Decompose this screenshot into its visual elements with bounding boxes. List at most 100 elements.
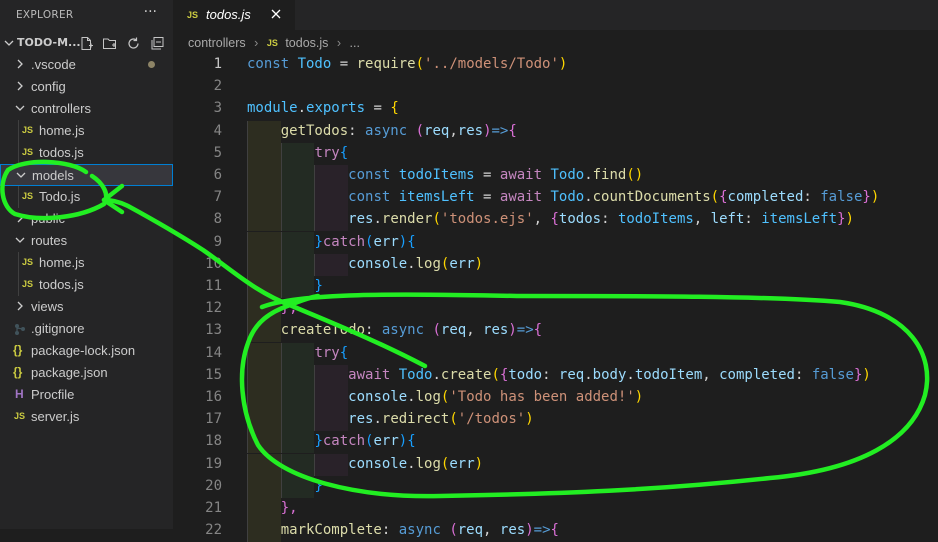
breadcrumb-folder[interactable]: controllers xyxy=(188,36,246,50)
code-line: 2 xyxy=(173,76,938,98)
code-text[interactable]: res.render('todos.ejs', {todos: todoItem… xyxy=(247,211,854,227)
code-text[interactable]: try{ xyxy=(247,345,348,361)
code-token: . xyxy=(297,100,307,117)
code-token: => xyxy=(533,522,551,539)
tree-item[interactable]: controllers xyxy=(0,98,173,120)
tree-indent-guide xyxy=(18,120,19,164)
tree-item[interactable]: {} package-lock.json xyxy=(0,340,173,362)
code-token: req xyxy=(457,522,484,539)
code-token: ( xyxy=(432,211,441,228)
code-token: . xyxy=(584,189,593,206)
tree-item[interactable]: {} package.json xyxy=(0,362,173,384)
workspace-folder-row[interactable]: TODO-M... xyxy=(0,33,173,55)
tree-item-label: Todo.js xyxy=(39,189,81,204)
code-token: render xyxy=(381,211,433,228)
code-token: ) xyxy=(862,366,871,383)
code-text[interactable]: }, xyxy=(247,500,298,516)
tree-item[interactable]: models xyxy=(0,164,173,186)
code-token: todos xyxy=(558,211,602,228)
code-token: ( xyxy=(415,122,425,139)
code-token: Todo xyxy=(297,56,332,72)
tree-item[interactable]: .vscode xyxy=(0,54,173,76)
tab-todos-js[interactable]: JS todos.js xyxy=(173,0,295,30)
code-text[interactable]: }, xyxy=(247,300,298,316)
code-token: catch xyxy=(322,433,366,450)
code-token: { xyxy=(550,522,559,539)
code-text[interactable]: } xyxy=(247,478,322,494)
code-token: itemsLeft xyxy=(761,211,838,228)
code-text[interactable]: console.log(err) xyxy=(247,456,483,472)
code-token: } xyxy=(314,278,323,294)
code-token: , xyxy=(702,366,720,383)
tree-item[interactable]: views xyxy=(0,296,173,318)
collapse-all-icon[interactable] xyxy=(150,36,165,51)
code-token: log xyxy=(415,455,441,472)
tree-item[interactable]: config xyxy=(0,76,173,98)
breadcrumb-file[interactable]: todos.js xyxy=(285,36,328,50)
code-text[interactable]: } xyxy=(247,278,323,294)
code-token: console xyxy=(348,255,408,272)
code-text[interactable]: module.exports = { xyxy=(247,100,399,116)
code-text[interactable]: createTodo: async (req, res)=>{ xyxy=(247,322,542,338)
code-token: . xyxy=(373,211,382,228)
code-token: try xyxy=(314,144,340,161)
code-token: await xyxy=(499,189,551,206)
code-token: 'Todo has been added!' xyxy=(449,389,635,405)
code-token: ( xyxy=(415,56,425,72)
code-text[interactable]: await Todo.create({todo: req.body.todoIt… xyxy=(247,367,871,383)
tree-item[interactable]: H Procfile xyxy=(0,384,173,406)
tree-item[interactable]: JS todos.js xyxy=(0,274,173,296)
code-text[interactable]: const itemsLeft = await Todo.countDocume… xyxy=(247,189,879,205)
new-folder-icon[interactable] xyxy=(102,36,117,51)
code-text[interactable]: const Todo = require('../models/Todo') xyxy=(247,56,567,72)
tree-item[interactable]: JS home.js xyxy=(0,120,173,142)
line-number: 2 xyxy=(213,78,222,95)
code-text[interactable]: const todoItems = await Todo.find() xyxy=(247,167,643,183)
tree-item[interactable]: .gitignore xyxy=(0,318,173,340)
tree-item[interactable]: JS server.js xyxy=(0,406,173,428)
workspace-name: TODO-M... xyxy=(17,36,81,49)
explorer-header: EXPLORER ··· xyxy=(0,0,173,30)
tree-item-label: Procfile xyxy=(31,387,75,402)
modified-dot-icon xyxy=(148,61,155,68)
code-text[interactable]: try{ xyxy=(247,145,348,161)
tree-item-label: models xyxy=(32,168,74,183)
tree-item[interactable]: JS Todo.js xyxy=(0,186,173,208)
code-text[interactable]: console.log('Todo has been added!') xyxy=(247,389,643,405)
line-number: 18 xyxy=(205,433,222,450)
code-token: { xyxy=(533,322,543,339)
tree-item[interactable]: public xyxy=(0,208,173,230)
more-actions-icon[interactable]: ··· xyxy=(144,4,157,20)
code-text[interactable]: }catch(err){ xyxy=(247,233,415,250)
refresh-icon[interactable] xyxy=(126,36,141,51)
code-token: ) xyxy=(483,122,492,139)
close-icon[interactable] xyxy=(270,8,282,20)
line-number: 20 xyxy=(205,477,222,494)
chevron-down-icon xyxy=(4,40,14,46)
tree-item[interactable]: JS todos.js xyxy=(0,142,173,164)
code-text[interactable]: console.log(err) xyxy=(247,256,483,272)
code-token: err xyxy=(373,233,399,250)
tree-item[interactable]: JS home.js xyxy=(0,252,173,274)
code-token: getTodos xyxy=(280,122,349,139)
tree-item[interactable]: routes xyxy=(0,230,173,252)
code-token: { xyxy=(719,189,728,206)
code-token: res xyxy=(348,411,374,428)
code-text[interactable]: getTodos: async (req,res)=>{ xyxy=(247,123,517,139)
code-line: 7 const itemsLeft = await Todo.countDocu… xyxy=(173,187,938,210)
code-text[interactable]: markComplete: async (req, res)=>{ xyxy=(247,522,559,538)
editor-area: JS todos.js controllers › JS todos.js › … xyxy=(173,0,938,542)
breadcrumb-symbol[interactable]: ... xyxy=(350,36,360,50)
code-line: 9 }catch(err){ xyxy=(173,231,938,254)
js-file-icon: JS xyxy=(266,37,278,48)
code-text[interactable]: res.redirect('/todos') xyxy=(247,411,533,428)
code-token: ) xyxy=(398,233,408,250)
json-file-icon: {} xyxy=(13,365,23,379)
code-token: const xyxy=(348,167,399,183)
explorer-sidebar: EXPLORER ··· TODO-M... .vscode config cont… xyxy=(0,0,173,529)
code-text[interactable]: }catch(err){ xyxy=(247,433,415,450)
new-file-icon[interactable] xyxy=(79,36,94,51)
